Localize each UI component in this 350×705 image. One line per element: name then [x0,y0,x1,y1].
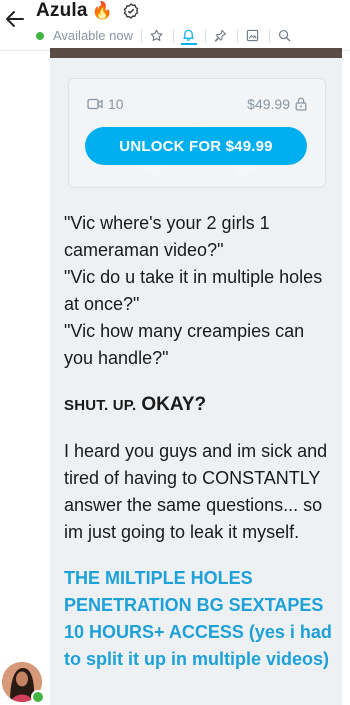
fire-emoji: 🔥 [91,1,113,20]
online-indicator [31,690,45,704]
price-value: $49.99 [247,96,290,112]
emphasis-part-1: SHUT. UP. [64,397,137,414]
divider [236,28,238,43]
pin-icon[interactable] [213,28,229,44]
verified-icon [123,3,139,19]
quote-line: "Vic do u take it in multiple holes at o… [64,267,323,314]
bell-icon[interactable] [180,26,197,45]
divider [268,28,270,43]
profile-name[interactable]: Azula [36,0,88,22]
emphasis-part-2: OKAY? [141,394,207,415]
video-count-value: 10 [108,96,124,112]
price: $49.99 [247,96,307,112]
divider [140,28,142,43]
chat-header: Azula 🔥 Available now [0,0,350,51]
search-icon[interactable] [277,28,293,44]
content-link[interactable]: THE MILTIPLE HOLES PENETRATION BG SEXTAP… [64,565,336,673]
image-icon[interactable] [245,28,261,44]
message-bubble: 10 $49.99 UNLOCK FOR $49.99 "Vic where's… [50,48,342,705]
online-indicator [36,31,44,40]
back-arrow-icon[interactable] [2,4,28,34]
unlock-button[interactable]: UNLOCK FOR $49.99 [85,127,307,165]
body-paragraph: I heard you guys and im sick and tired o… [64,441,328,542]
video-count: 10 [87,96,124,112]
emphasis-line: SHUT. UP. OKAY? [64,391,336,419]
media-preview-strip[interactable] [50,48,342,58]
lock-icon [295,97,307,111]
message-text: "Vic where's your 2 girls 1 cameraman vi… [64,210,336,673]
video-camera-icon [87,98,103,110]
divider [172,28,174,43]
profile-name-row[interactable]: Azula 🔥 [36,0,139,22]
status-text: Available now [53,28,133,43]
quote-line: "Vic where's your 2 girls 1 cameraman vi… [64,213,270,260]
star-icon[interactable] [149,28,165,44]
quoted-questions: "Vic where's your 2 girls 1 cameraman vi… [64,210,336,372]
status-row: Available now [36,26,293,45]
locked-media-card[interactable]: 10 $49.99 UNLOCK FOR $49.99 [68,78,326,188]
quote-line: "Vic how many creampies can you handle?" [64,321,305,368]
divider [204,28,206,43]
